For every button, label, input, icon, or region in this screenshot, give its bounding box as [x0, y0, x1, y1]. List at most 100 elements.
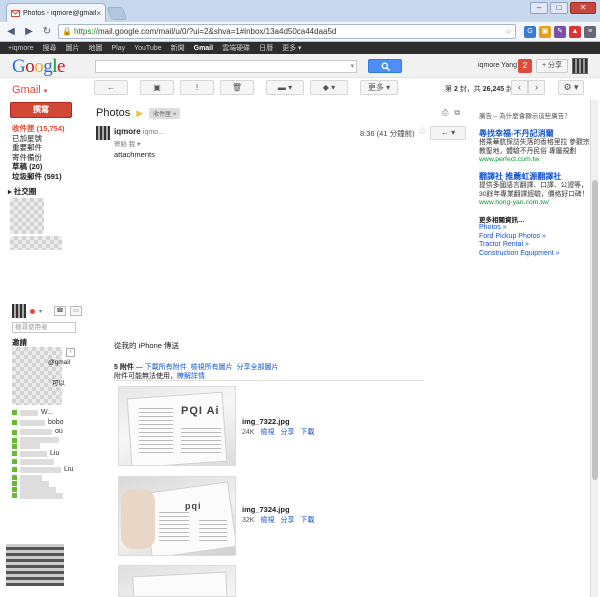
- settings-gear-icon[interactable]: ⚙ ▾: [558, 80, 584, 95]
- forward-arrow-icon[interactable]: ▶: [22, 25, 36, 39]
- sidebar-item[interactable]: 已加星號: [12, 134, 65, 144]
- status-dot[interactable]: [30, 308, 35, 314]
- extension-icon-4[interactable]: ▲: [569, 25, 581, 38]
- search-options-icon[interactable]: ▾: [350, 62, 354, 70]
- wrench-menu-icon[interactable]: ≡: [584, 25, 596, 38]
- phone-icon[interactable]: ☎: [54, 306, 67, 316]
- scrollbar[interactable]: [590, 100, 598, 597]
- search-input[interactable]: ▾: [95, 60, 357, 73]
- avatar[interactable]: [572, 58, 588, 74]
- compose-button[interactable]: 撰寫: [10, 102, 72, 118]
- sender-name[interactable]: iqmore iqmo...: [114, 127, 164, 136]
- download-all-link[interactable]: 下載所有附件: [145, 364, 187, 371]
- attachment-thumbnail[interactable]: [118, 565, 236, 597]
- maximize-button[interactable]: □: [550, 2, 568, 14]
- address-bar[interactable]: 🔒 https:// mail.google.com/mail/u/0/?ui=…: [58, 24, 516, 39]
- related-link[interactable]: Construction Equipment »: [479, 250, 591, 259]
- sidebar-item[interactable]: 重要郵件: [12, 143, 65, 153]
- gbar-item[interactable]: 圖片: [65, 43, 79, 53]
- inbox-label-chip[interactable]: 收件匣 ×: [149, 107, 181, 119]
- newer-button[interactable]: ‹: [511, 80, 528, 95]
- share-button[interactable]: + 分享: [536, 59, 568, 73]
- sidebar-item-social[interactable]: ▸ 社交圈: [8, 186, 36, 197]
- chat-bubble-icon[interactable]: ▭: [70, 306, 83, 316]
- extension-icon-2[interactable]: ▣: [539, 25, 551, 38]
- attachment-thumbnail[interactable]: pqi: [118, 476, 236, 556]
- reply-button[interactable]: ← ▾: [430, 126, 466, 140]
- contact-item[interactable]: Liu: [12, 449, 73, 459]
- gbar-item[interactable]: 新聞: [171, 43, 185, 53]
- star-icon[interactable]: ☆: [418, 126, 427, 137]
- close-window-button[interactable]: ✕: [570, 2, 596, 14]
- sidebar-item[interactable]: 垃圾郵件 (591): [12, 172, 65, 182]
- view-attachment-link[interactable]: 檢視: [260, 517, 274, 524]
- download-attachment-link[interactable]: 下載: [300, 517, 314, 524]
- chevron-down-icon[interactable]: ▾: [39, 308, 42, 315]
- scrollbar-thumb[interactable]: [592, 180, 598, 480]
- share-attachment-link[interactable]: 分享: [280, 517, 294, 524]
- share-attachment-link[interactable]: 分享: [280, 429, 294, 436]
- ad-url[interactable]: www.perfect.com.tw: [479, 156, 591, 163]
- related-link[interactable]: Ford Pickup Photos »: [479, 233, 591, 242]
- move-to-button[interactable]: ▬ ▾: [266, 80, 304, 95]
- browser-tab-gmail[interactable]: Photos - iqmore@gmail... ×: [6, 3, 106, 22]
- extension-icon-1[interactable]: G: [524, 25, 536, 38]
- gbar-item[interactable]: +iqmore: [8, 45, 33, 52]
- download-attachment-link[interactable]: 下載: [300, 429, 314, 436]
- avatar[interactable]: [12, 304, 26, 318]
- archive-button[interactable]: ▣: [140, 80, 174, 95]
- older-button[interactable]: ›: [528, 80, 545, 95]
- gbar-item[interactable]: 雲端硬碟: [222, 43, 250, 53]
- sidebar-item[interactable]: 寄件備份: [12, 153, 65, 163]
- ad-title[interactable]: 尋找幸福-不丹記消爾: [479, 128, 591, 139]
- avatar[interactable]: [96, 126, 110, 140]
- reload-icon[interactable]: ↻: [40, 25, 54, 39]
- minimize-button[interactable]: –: [530, 2, 548, 14]
- bookmark-star-icon[interactable]: ☆: [505, 27, 512, 36]
- recipient-details[interactable]: 寄給 我 ▾: [114, 138, 140, 148]
- view-attachment-link[interactable]: 檢視: [260, 429, 274, 436]
- print-icon[interactable]: ⎙: [442, 108, 448, 118]
- labels-button[interactable]: ◆ ▾: [310, 80, 348, 95]
- gbar-item[interactable]: Gmail: [194, 45, 213, 52]
- gbar-item[interactable]: 日曆: [259, 43, 273, 53]
- notification-count[interactable]: 2: [518, 59, 532, 73]
- ad-url[interactable]: www.hong-yan.com.tw/: [479, 199, 591, 206]
- sidebar-item[interactable]: 收件匣 (15,754): [12, 124, 65, 134]
- ads-header[interactable]: 廣告 – 為什麼會顯示這些廣告？: [479, 110, 591, 120]
- gbar-item[interactable]: 地圖: [88, 43, 102, 53]
- contact-item[interactable]: Liu: [12, 465, 73, 475]
- gbar-item[interactable]: 搜尋: [42, 43, 56, 53]
- invite-expand-icon[interactable]: ›: [66, 348, 75, 357]
- gmail-menu[interactable]: Gmail ▾: [12, 84, 47, 96]
- learn-more-link[interactable]: 瞭解詳情: [177, 373, 205, 380]
- new-window-icon[interactable]: ⧉: [454, 108, 460, 118]
- more-button[interactable]: 更多 ▾: [360, 80, 398, 95]
- view-all-link[interactable]: 檢視所有圖片: [191, 364, 233, 371]
- sidebar-item[interactable]: 草稿 (20): [12, 162, 65, 172]
- contact-item[interactable]: W...: [12, 408, 73, 418]
- tab-close-icon[interactable]: ×: [96, 9, 101, 18]
- report-spam-button[interactable]: !: [180, 80, 214, 95]
- important-marker-icon[interactable]: ▶: [136, 108, 143, 119]
- related-link[interactable]: Tractor Rental »: [479, 241, 591, 250]
- ad-title[interactable]: 翻譯社 推薦虹源翻譯社: [479, 171, 591, 182]
- people-search-input[interactable]: 搜尋使用者: [12, 322, 76, 333]
- user-name[interactable]: iqmore Yang: [478, 62, 517, 69]
- new-tab-button[interactable]: [106, 7, 128, 20]
- contact-item[interactable]: ou: [12, 427, 73, 437]
- share-all-link[interactable]: 分享全部圖片: [237, 364, 279, 371]
- gbar-item[interactable]: Play: [111, 45, 125, 52]
- related-link[interactable]: Photos »: [479, 224, 591, 233]
- delete-button[interactable]: 🗑: [220, 80, 254, 95]
- gbar-item[interactable]: YouTube: [134, 45, 162, 52]
- back-to-inbox-button[interactable]: ←: [94, 80, 128, 95]
- gbar-item[interactable]: 更多 ▾: [282, 43, 301, 53]
- extension-icon-3[interactable]: ✎: [554, 25, 566, 38]
- back-arrow-icon[interactable]: ◀: [4, 25, 18, 39]
- contact-item[interactable]: [12, 492, 73, 499]
- google-logo[interactable]: Google: [12, 56, 65, 78]
- attachment-thumbnail[interactable]: PQI Ai: [118, 386, 236, 466]
- contact-item[interactable]: bobo: [12, 418, 73, 428]
- search-button[interactable]: [368, 59, 402, 73]
